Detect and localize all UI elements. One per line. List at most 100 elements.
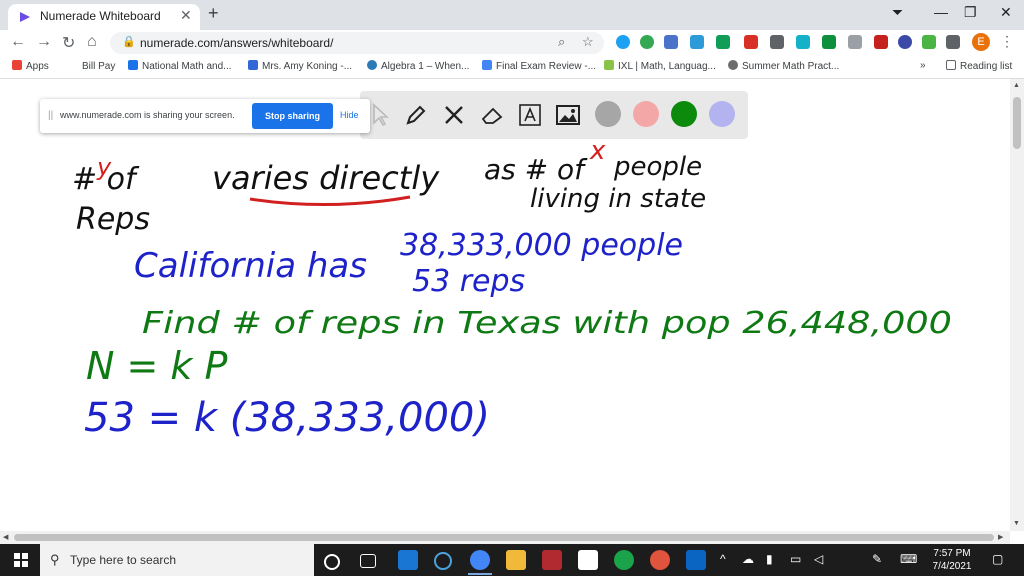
url-text[interactable]: numerade.com/answers/whiteboard/ (140, 36, 333, 50)
tab-close-icon[interactable]: ✕ (180, 7, 192, 24)
lock-icon[interactable]: 🔒 (122, 35, 136, 48)
horizontal-scroll-thumb[interactable] (14, 534, 994, 541)
mail-app-icon[interactable] (398, 550, 418, 570)
drag-handle-icon[interactable]: || (48, 110, 53, 121)
select-pointer-icon[interactable] (366, 101, 394, 129)
address-bar[interactable]: 🔒 numerade.com/answers/whiteboard/ ⌕ ☆ (110, 32, 604, 54)
bookmark-label: Algebra 1 – When... (381, 61, 470, 72)
windows-start-icon[interactable] (14, 553, 28, 567)
edge-app-icon[interactable] (614, 550, 634, 570)
more-bookmarks-button[interactable]: » (920, 60, 926, 71)
extension-icon[interactable] (616, 35, 630, 49)
tray-expand-icon[interactable]: ^ (720, 552, 726, 566)
store-app-icon[interactable] (578, 550, 598, 570)
app-icon[interactable] (650, 550, 670, 570)
extensions-puzzle-icon[interactable] (946, 35, 960, 49)
tab-strip: Numerade Whiteboard ✕ + ⏷ — ❐ ✕ (0, 0, 1024, 30)
extension-icon[interactable] (922, 35, 936, 49)
scroll-up-icon[interactable]: ▲ (1013, 82, 1020, 89)
bookmark-star-icon[interactable]: ☆ (582, 34, 594, 50)
scroll-down-icon[interactable]: ▼ (1013, 520, 1020, 527)
share-message: www.numerade.com is sharing your screen. (60, 110, 235, 120)
color-swatch-lavender[interactable] (709, 101, 735, 127)
numerade-logo-icon (20, 12, 30, 22)
reading-list-button[interactable]: Reading list (946, 60, 1012, 72)
vertical-scroll-thumb[interactable] (1013, 97, 1021, 149)
stop-sharing-button[interactable]: Stop sharing (252, 103, 333, 129)
bookmark-favicon-icon (248, 60, 258, 70)
scroll-left-icon[interactable]: ◀ (3, 533, 8, 541)
zoom-icon[interactable]: ⌕ (558, 34, 565, 50)
network-icon[interactable]: ▭ (790, 552, 801, 566)
bookmark-item[interactable]: Algebra 1 – When... (367, 60, 469, 72)
onedrive-icon[interactable]: ☁ (742, 552, 754, 566)
vertical-scrollbar[interactable]: ▲ ▼ (1010, 79, 1024, 531)
pen-workspace-icon[interactable]: ✎ (872, 552, 882, 566)
taskbar-clock[interactable]: 7:57 PM 7/4/2021 (930, 547, 974, 573)
close-window-button[interactable]: ✕ (1000, 4, 1012, 21)
bookmark-item[interactable]: IXL | Math, Languag... (604, 60, 716, 72)
bookmark-favicon-icon (728, 60, 738, 70)
bookmark-item[interactable]: Final Exam Review -... (482, 60, 596, 72)
keyboard-icon[interactable]: ⌨ (900, 552, 917, 566)
image-tool-icon[interactable] (554, 101, 582, 129)
bookmark-label: Bill Pay (82, 61, 116, 72)
minimize-button[interactable]: — (934, 4, 948, 20)
bookmark-item[interactable]: Apps (12, 60, 49, 72)
ink-reps: Reps (76, 202, 150, 237)
chrome-app-icon[interactable] (470, 550, 490, 570)
media-app-icon[interactable] (434, 552, 452, 570)
forward-button[interactable]: → (36, 33, 52, 51)
tools-icon[interactable] (440, 101, 468, 129)
horizontal-scrollbar[interactable]: ◀ ▶ (0, 531, 1010, 544)
notifications-icon[interactable]: ▢ (992, 552, 1003, 566)
eraser-icon[interactable] (478, 101, 506, 129)
outlook-app-icon[interactable] (686, 550, 706, 570)
ink-y-variable: y (96, 153, 112, 181)
taskbar-search-box[interactable]: ⚲ Type here to search (40, 544, 314, 576)
file-explorer-icon[interactable] (506, 550, 526, 570)
ixl-icon (604, 60, 614, 70)
home-button[interactable]: ⌂ (87, 33, 97, 51)
extension-icon[interactable] (848, 35, 862, 49)
cortana-icon[interactable] (324, 554, 340, 570)
extension-icon[interactable] (796, 35, 810, 49)
pen-tool-icon[interactable] (402, 101, 430, 129)
extension-icon[interactable] (716, 35, 730, 49)
ink-varies-directly: varies directly (212, 159, 440, 197)
extension-icon[interactable] (640, 35, 654, 49)
chrome-profile-menu-icon[interactable]: ⏷ (892, 4, 903, 21)
volume-icon[interactable]: ◁ (814, 552, 823, 566)
snip-app-icon[interactable] (542, 550, 562, 570)
whiteboard-canvas[interactable]: # of y Reps varies directly as # of x pe… (0, 79, 1010, 531)
battery-icon[interactable]: ▮ (766, 552, 773, 566)
bookmark-item[interactable]: National Math and... (128, 60, 232, 72)
color-swatch-green[interactable] (671, 101, 697, 127)
bookmark-item[interactable]: Summer Math Pract... (728, 60, 839, 72)
ink-living-in-state: living in state (530, 184, 706, 214)
tab-numerade-whiteboard[interactable]: Numerade Whiteboard ✕ (8, 4, 200, 30)
extension-icon[interactable] (770, 35, 784, 49)
color-swatch-gray[interactable] (595, 101, 621, 127)
extension-icon[interactable] (822, 35, 836, 49)
text-tool-icon[interactable] (516, 101, 544, 129)
extension-icon[interactable] (664, 35, 678, 49)
reload-button[interactable]: ↻ (62, 33, 75, 53)
ink-equation-substituted: 53 = k (38,333,000) (84, 395, 490, 441)
profile-avatar[interactable]: E (972, 33, 990, 51)
google-forms-icon (482, 60, 492, 70)
chrome-menu-icon[interactable]: ⋮ (1000, 33, 1014, 50)
bookmark-item[interactable]: Mrs. Amy Koning -... (248, 60, 352, 72)
extension-icon[interactable] (898, 35, 912, 49)
extension-icon[interactable] (874, 35, 888, 49)
bookmark-item[interactable]: Bill Pay (68, 60, 115, 72)
new-tab-button[interactable]: + (208, 3, 219, 24)
back-button[interactable]: ← (10, 33, 26, 51)
color-swatch-pink[interactable] (633, 101, 659, 127)
extension-icon[interactable] (690, 35, 704, 49)
restore-button[interactable]: ❐ (964, 4, 977, 21)
task-view-icon[interactable] (360, 554, 376, 568)
hide-banner-button[interactable]: Hide (340, 110, 359, 120)
extension-icon[interactable] (744, 35, 758, 49)
scroll-right-icon[interactable]: ▶ (998, 533, 1003, 541)
